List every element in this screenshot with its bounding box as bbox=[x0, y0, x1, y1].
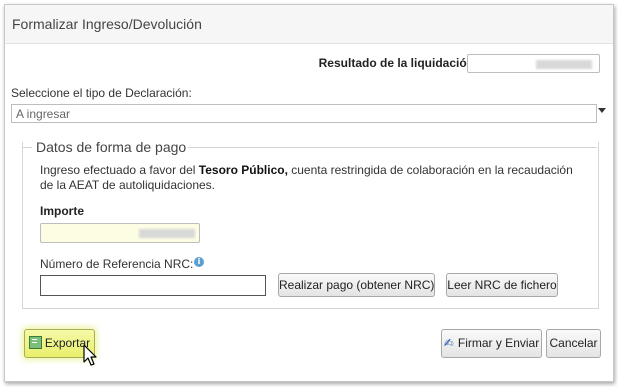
mouse-pointer-icon bbox=[83, 344, 97, 366]
declaration-label: Seleccione el tipo de Declaración: bbox=[11, 86, 192, 100]
info-bold: Tesoro Público, bbox=[198, 163, 288, 177]
dialog-title: Formalizar Ingreso/Devolución bbox=[12, 16, 202, 32]
leer-nrc-button[interactable]: Leer NRC de fichero bbox=[446, 273, 558, 297]
nrc-input[interactable] bbox=[40, 275, 266, 296]
chevron-down-icon[interactable] bbox=[598, 108, 606, 113]
payment-info-text: Ingreso efectuado a favor del Tesoro Púb… bbox=[40, 163, 585, 193]
redacted-value bbox=[536, 60, 592, 69]
cancelar-button[interactable]: Cancelar bbox=[546, 329, 601, 358]
firmar-label: Firmar y Enviar bbox=[457, 336, 540, 350]
result-label: Resultado de la liquidación bbox=[318, 56, 474, 70]
info-icon[interactable]: i bbox=[194, 257, 204, 267]
result-field bbox=[467, 54, 600, 73]
payment-legend: Datos de forma de pago bbox=[34, 139, 189, 155]
realizar-pago-button[interactable]: Realizar pago (obtener NRC) bbox=[278, 273, 435, 297]
dialog-titlebar: Formalizar Ingreso/Devolución bbox=[5, 5, 613, 44]
info-prefix: Ingreso efectuado a favor del bbox=[40, 163, 196, 177]
importe-field bbox=[40, 223, 200, 243]
spreadsheet-icon bbox=[28, 336, 42, 349]
nrc-label: Número de Referencia NRC: bbox=[40, 257, 194, 271]
firmar-enviar-button[interactable]: ✍ Firmar y Enviar bbox=[441, 329, 542, 358]
importe-label: Importe bbox=[40, 204, 85, 218]
declaration-select[interactable]: A ingresar bbox=[11, 104, 597, 123]
redacted-value bbox=[139, 229, 195, 238]
declaration-selected-value: A ingresar bbox=[16, 107, 71, 121]
sign-icon: ✍ bbox=[443, 336, 454, 350]
